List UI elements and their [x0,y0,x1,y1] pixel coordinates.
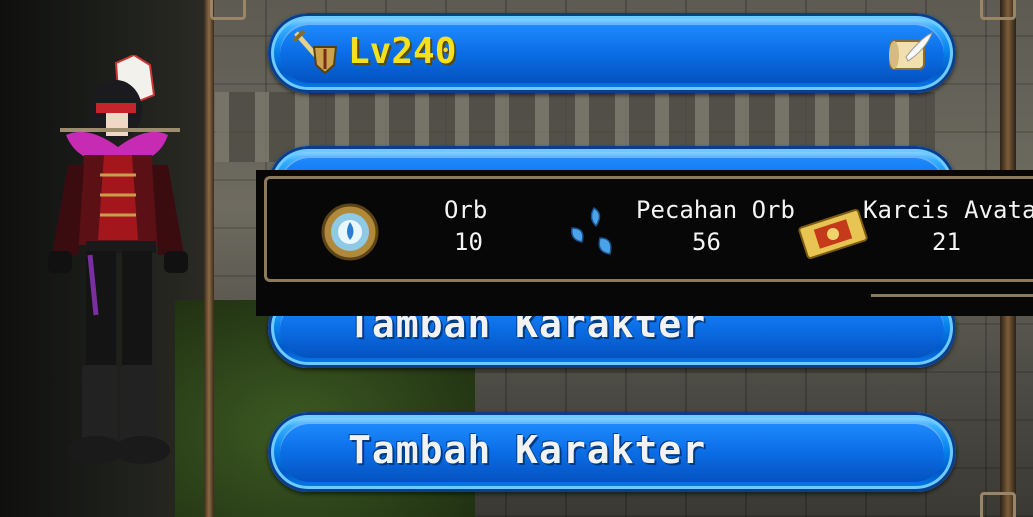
level-label: Lv240 [348,31,457,72]
add-character-label: Tambah Karakter [348,428,707,472]
frame-corner-ornament [980,492,1016,517]
currency-bar-trim [871,294,1033,297]
frame-corner-ornament [210,0,246,20]
avatar-ticket-label: Karcis Avatar [863,196,1033,224]
scroll-feather-icon[interactable] [886,31,934,77]
sword-shield-icon [292,29,338,75]
orb-shards-value: 56 [692,228,721,256]
character-avatar[interactable] [38,55,198,475]
avatar-ticket-icon [798,208,868,260]
orb-label: Orb [444,196,488,224]
orb-value: 10 [454,228,483,256]
level-button[interactable]: Lv240 [268,13,956,93]
orb-shards-label: Pecahan Orb [636,196,795,224]
orb-icon [321,203,379,261]
orb-shards-icon [570,206,612,255]
frame-corner-ornament [980,0,1016,20]
currency-bar: Orb 10 Pecahan Orb 56 Karcis Avatar 21 [256,170,1033,316]
panel-frame-left [204,0,214,517]
avatar-ticket-value: 21 [932,228,961,256]
add-character-button[interactable]: Tambah Karakter [268,412,956,492]
